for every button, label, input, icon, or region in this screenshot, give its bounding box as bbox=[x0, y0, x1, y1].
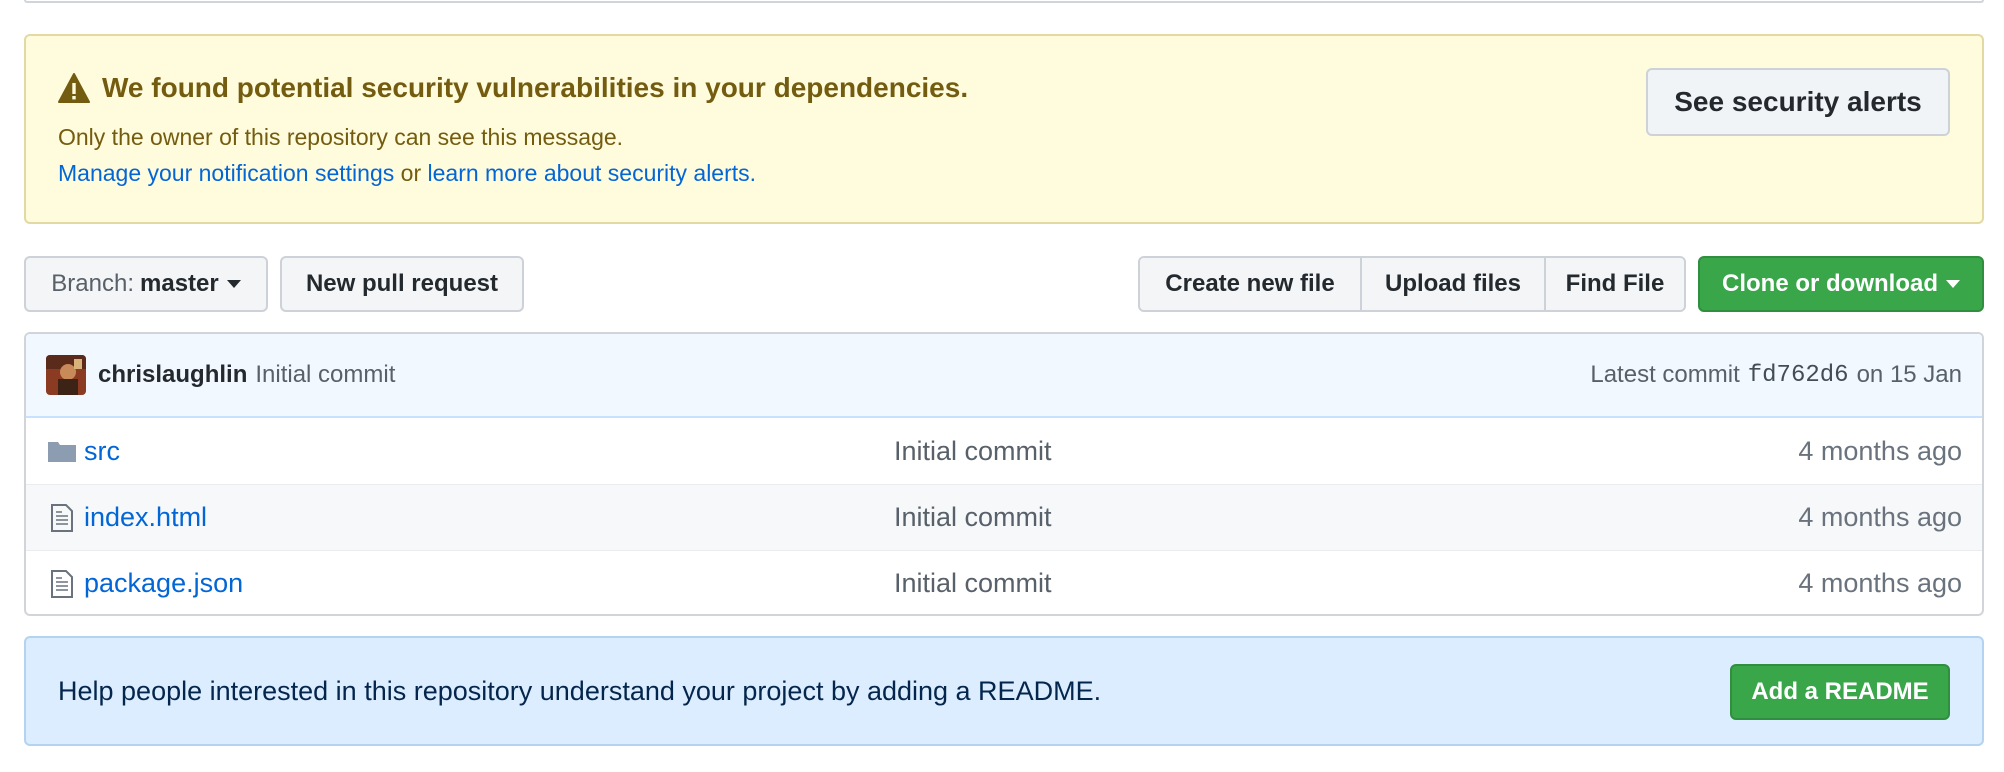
file-commit-message[interactable]: Initial commit bbox=[894, 502, 1052, 533]
alert-links-joiner: or bbox=[394, 160, 428, 186]
readme-prompt-banner: Help people interested in this repositor… bbox=[24, 636, 1984, 746]
branch-select-button[interactable]: Branch: master bbox=[24, 256, 268, 312]
upload-files-button[interactable]: Upload files bbox=[1362, 258, 1546, 310]
add-readme-button[interactable]: Add a README bbox=[1730, 664, 1950, 720]
table-row: package.json Initial commit 4 months ago bbox=[26, 550, 1982, 614]
latest-commit-label: Latest commit bbox=[1590, 361, 1740, 388]
find-file-button[interactable]: Find File bbox=[1546, 258, 1684, 310]
clone-or-download-button[interactable]: Clone or download bbox=[1698, 256, 1984, 312]
file-icon bbox=[46, 569, 78, 598]
manage-notifications-link[interactable]: Manage your notification settings bbox=[58, 160, 394, 186]
commit-sha[interactable]: fd762d6 bbox=[1748, 362, 1849, 389]
alert-subtitle: Only the owner of this repository can se… bbox=[58, 124, 624, 150]
file-table: chrislaughlin Initial commit Latest comm… bbox=[24, 332, 1984, 616]
alert-links: Manage your notification settings or lea… bbox=[58, 160, 756, 187]
security-alert-banner: We found potential security vulnerabilit… bbox=[24, 34, 1984, 224]
chevron-down-icon bbox=[1946, 280, 1960, 288]
commit-date: on 15 Jan bbox=[1856, 361, 1962, 388]
file-icon bbox=[46, 503, 78, 532]
file-link[interactable]: package.json bbox=[84, 568, 243, 599]
file-age: 4 months ago bbox=[1798, 502, 1962, 532]
file-link[interactable]: index.html bbox=[84, 502, 207, 533]
branch-label: Branch: bbox=[51, 270, 134, 297]
commit-author[interactable]: chrislaughlin bbox=[98, 361, 247, 389]
latest-commit-bar: chrislaughlin Initial commit Latest comm… bbox=[26, 334, 1982, 418]
alert-links-period: . bbox=[749, 160, 757, 186]
latest-commit-info: Latest commit fd762d6 on 15 Jan bbox=[1590, 361, 1962, 389]
folder-icon bbox=[46, 439, 78, 463]
warning-icon bbox=[58, 73, 90, 103]
create-new-file-button[interactable]: Create new file bbox=[1140, 258, 1362, 310]
avatar[interactable] bbox=[46, 355, 86, 395]
alert-title-text: We found potential security vulnerabilit… bbox=[102, 72, 969, 103]
file-commit-message[interactable]: Initial commit bbox=[894, 436, 1052, 467]
branch-value: master bbox=[140, 270, 219, 297]
learn-security-alerts-link[interactable]: learn more about security alerts bbox=[428, 160, 750, 186]
alert-title: We found potential security vulnerabilit… bbox=[58, 72, 968, 104]
new-pull-request-button[interactable]: New pull request bbox=[280, 256, 524, 312]
top-container-edge bbox=[24, 0, 1984, 3]
file-commit-message[interactable]: Initial commit bbox=[894, 568, 1052, 599]
chevron-down-icon bbox=[226, 280, 241, 288]
table-row: index.html Initial commit 4 months ago bbox=[26, 484, 1982, 550]
commit-message[interactable]: Initial commit bbox=[255, 361, 395, 389]
file-age: 4 months ago bbox=[1798, 435, 1962, 466]
readme-prompt-text: Help people interested in this repositor… bbox=[58, 675, 1102, 706]
file-age: 4 months ago bbox=[1798, 568, 1962, 598]
clone-label: Clone or download bbox=[1722, 270, 1938, 297]
see-security-alerts-button[interactable]: See security alerts bbox=[1646, 68, 1950, 136]
table-row: src Initial commit 4 months ago bbox=[26, 418, 1982, 484]
file-actions-group: Create new file Upload files Find File bbox=[1138, 256, 1686, 312]
file-link[interactable]: src bbox=[84, 436, 120, 467]
